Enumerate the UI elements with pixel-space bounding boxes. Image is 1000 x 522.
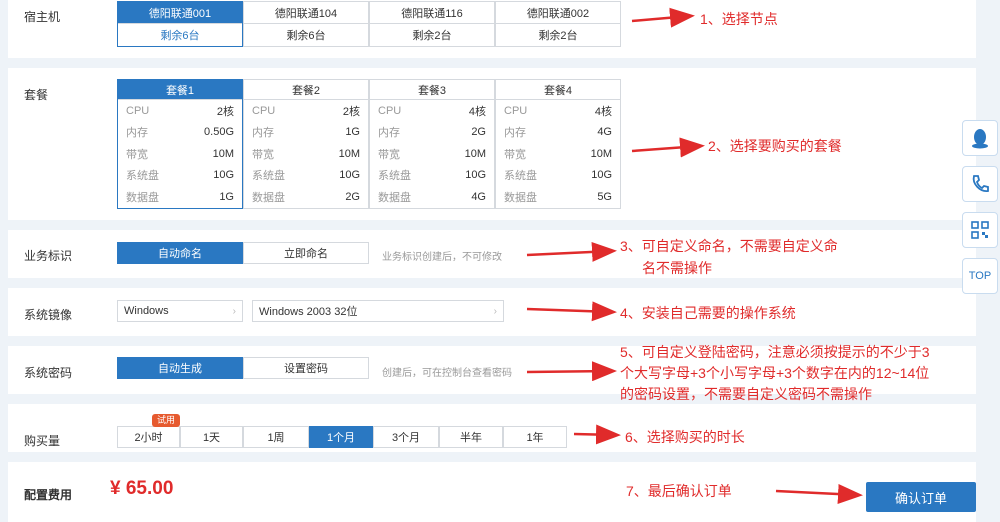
arrow-1-line: [631, 7, 695, 28]
arrow-5-line: [526, 361, 617, 382]
arrow-6-line: [573, 424, 621, 445]
arrow-3-line: [526, 241, 617, 262]
arrow-4-line: [526, 301, 617, 322]
arrow-7-line: [775, 484, 863, 505]
arrow-1: [526, 7, 863, 505]
arrow-2-line: [631, 137, 705, 158]
